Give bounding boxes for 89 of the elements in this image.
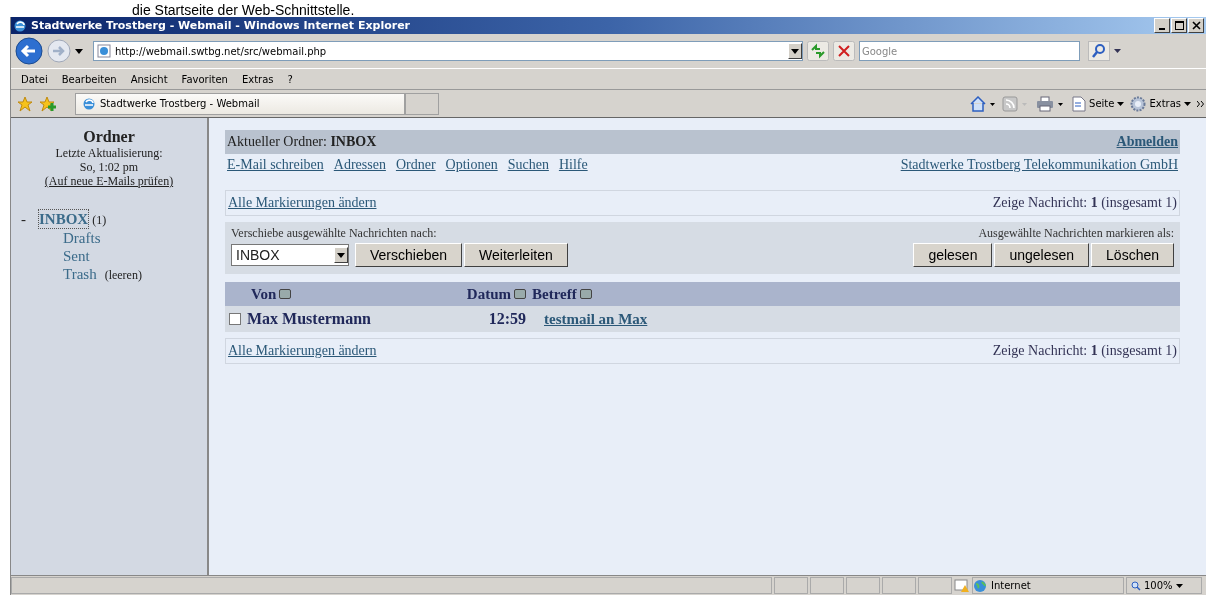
search-button[interactable] <box>1088 41 1110 61</box>
column-header[interactable]: Datum <box>452 285 532 303</box>
column-header[interactable]: Von <box>225 285 452 303</box>
page-menu-button[interactable]: Seite <box>1072 95 1125 112</box>
update-label: Letzte Aktualisierung: <box>55 146 163 160</box>
address-field[interactable]: http://webmail.swtbg.net/src/webmail.php <box>93 41 803 61</box>
search-field[interactable]: Google <box>859 41 1080 61</box>
stop-button[interactable] <box>833 41 855 61</box>
refresh-button[interactable] <box>807 41 829 61</box>
zoom-control[interactable]: 100% <box>1126 577 1202 594</box>
check-mail-link[interactable]: (Auf neue E-Mails prüfen) <box>44 174 174 188</box>
dropdown-arrow-icon[interactable] <box>1114 49 1121 53</box>
caret-icon <box>1175 583 1183 588</box>
toggle-all-link[interactable]: Alle Markierungen ändern <box>228 195 377 211</box>
sort-icon[interactable] <box>579 289 592 299</box>
action-button[interactable]: gelesen <box>913 243 993 267</box>
nav-link[interactable]: Suchen <box>507 157 549 173</box>
company-link[interactable]: Stadtwerke Trostberg Telekommunikation GmbH <box>900 157 1178 173</box>
status-pane <box>882 577 916 594</box>
subject-link[interactable]: testmail an Max <box>544 310 648 328</box>
chevron-icon[interactable] <box>1197 98 1204 109</box>
update-time: So, 1:02 pm <box>79 160 139 174</box>
menu-item[interactable]: Favoriten <box>181 73 228 85</box>
toggle-all-link[interactable]: Alle Markierungen ändern <box>228 343 377 359</box>
unread-count: (1) <box>92 212 107 229</box>
caret-icon <box>1117 101 1125 106</box>
collapse-toggle[interactable]: - <box>21 210 35 228</box>
browser-logo-icon <box>82 96 96 111</box>
column-header[interactable]: Betreff <box>532 285 592 303</box>
maximize-icon <box>1174 21 1184 30</box>
menu-item[interactable]: Bearbeiten <box>61 73 117 85</box>
caret-icon <box>1184 101 1191 106</box>
page-icon <box>1072 95 1087 112</box>
security-zone: Internet <box>991 580 1031 591</box>
logout-link[interactable]: Abmelden <box>1116 134 1178 150</box>
nav-link[interactable]: Ordner <box>395 157 436 173</box>
menu-item[interactable]: Ansicht <box>130 73 168 85</box>
browser-tab[interactable]: Stadtwerke Trostberg - Webmail <box>75 92 405 115</box>
menu-item[interactable]: Datei <box>21 73 48 85</box>
message-count: Zeige Nachricht: 1 (insgesamt 1) <box>992 343 1177 359</box>
mark-label: Ausgewählte Nachrichten markieren als: <box>978 226 1174 241</box>
gear-icon <box>1130 95 1147 112</box>
menu-item[interactable]: ? <box>287 73 293 85</box>
row-checkbox[interactable] <box>229 313 241 325</box>
empty-trash-link[interactable]: (leeren) <box>104 266 142 284</box>
globe-icon <box>973 578 987 593</box>
page-icon <box>97 44 111 58</box>
status-pane <box>810 577 844 594</box>
minimize-icon <box>1159 27 1165 30</box>
nav-link[interactable]: E-Mail schreiben <box>227 157 324 173</box>
status-pane <box>846 577 880 594</box>
folder-select[interactable]: INBOX <box>231 244 349 266</box>
dropdown-arrow-icon[interactable] <box>75 48 83 54</box>
current-folder-label: Aktueller Ordner: INBOX <box>227 134 377 150</box>
nav-link[interactable]: Optionen <box>445 157 498 173</box>
sender-cell-text: Max Mustermann <box>246 310 372 328</box>
minimize-button[interactable] <box>1154 18 1170 33</box>
folder-link[interactable]: Drafts <box>63 229 101 247</box>
star-icon[interactable] <box>17 95 33 112</box>
back-button[interactable] <box>15 37 43 65</box>
caption-text: die Startseite der Web-Schnittstelle. <box>132 2 355 17</box>
folder-link[interactable]: Trash <box>63 265 97 283</box>
sort-icon[interactable] <box>514 289 526 299</box>
sort-icon[interactable] <box>279 289 292 299</box>
action-button[interactable]: Weiterleiten <box>464 243 568 267</box>
magnifier-icon <box>1131 580 1141 591</box>
action-button[interactable]: ungelesen <box>994 243 1090 267</box>
close-icon <box>1191 21 1201 30</box>
dropdown-arrow-icon <box>337 252 345 258</box>
message-count: Zeige Nachricht: 1 (insgesamt 1) <box>992 195 1177 211</box>
tools-menu-button[interactable]: Extras <box>1130 95 1191 112</box>
folder-link[interactable]: Sent <box>63 247 90 265</box>
status-pane <box>918 577 952 594</box>
move-label: Verschiebe ausgewählte Nachrichten nach: <box>231 226 438 241</box>
window-title: Stadtwerke Trostberg - Webmail - Windows Internet Explorer <box>31 19 411 32</box>
status-pane <box>774 577 808 594</box>
nav-link[interactable]: Adressen <box>333 157 386 173</box>
action-button[interactable]: Verschieben <box>355 243 463 267</box>
nav-link[interactable]: Hilfe <box>558 157 588 173</box>
maximize-button[interactable] <box>1171 18 1187 33</box>
date-cell-text: 12:59 <box>487 310 527 328</box>
action-button[interactable]: Löschen <box>1091 243 1174 267</box>
home-button[interactable] <box>970 95 997 112</box>
dropdown-arrow-icon[interactable] <box>791 48 799 54</box>
close-button[interactable] <box>1188 18 1204 33</box>
browser-logo-icon <box>13 18 27 33</box>
menu-item[interactable]: Extras <box>241 73 274 85</box>
sidebar-title: Ordner <box>83 128 135 146</box>
folder-link[interactable]: INBOX <box>39 210 89 228</box>
